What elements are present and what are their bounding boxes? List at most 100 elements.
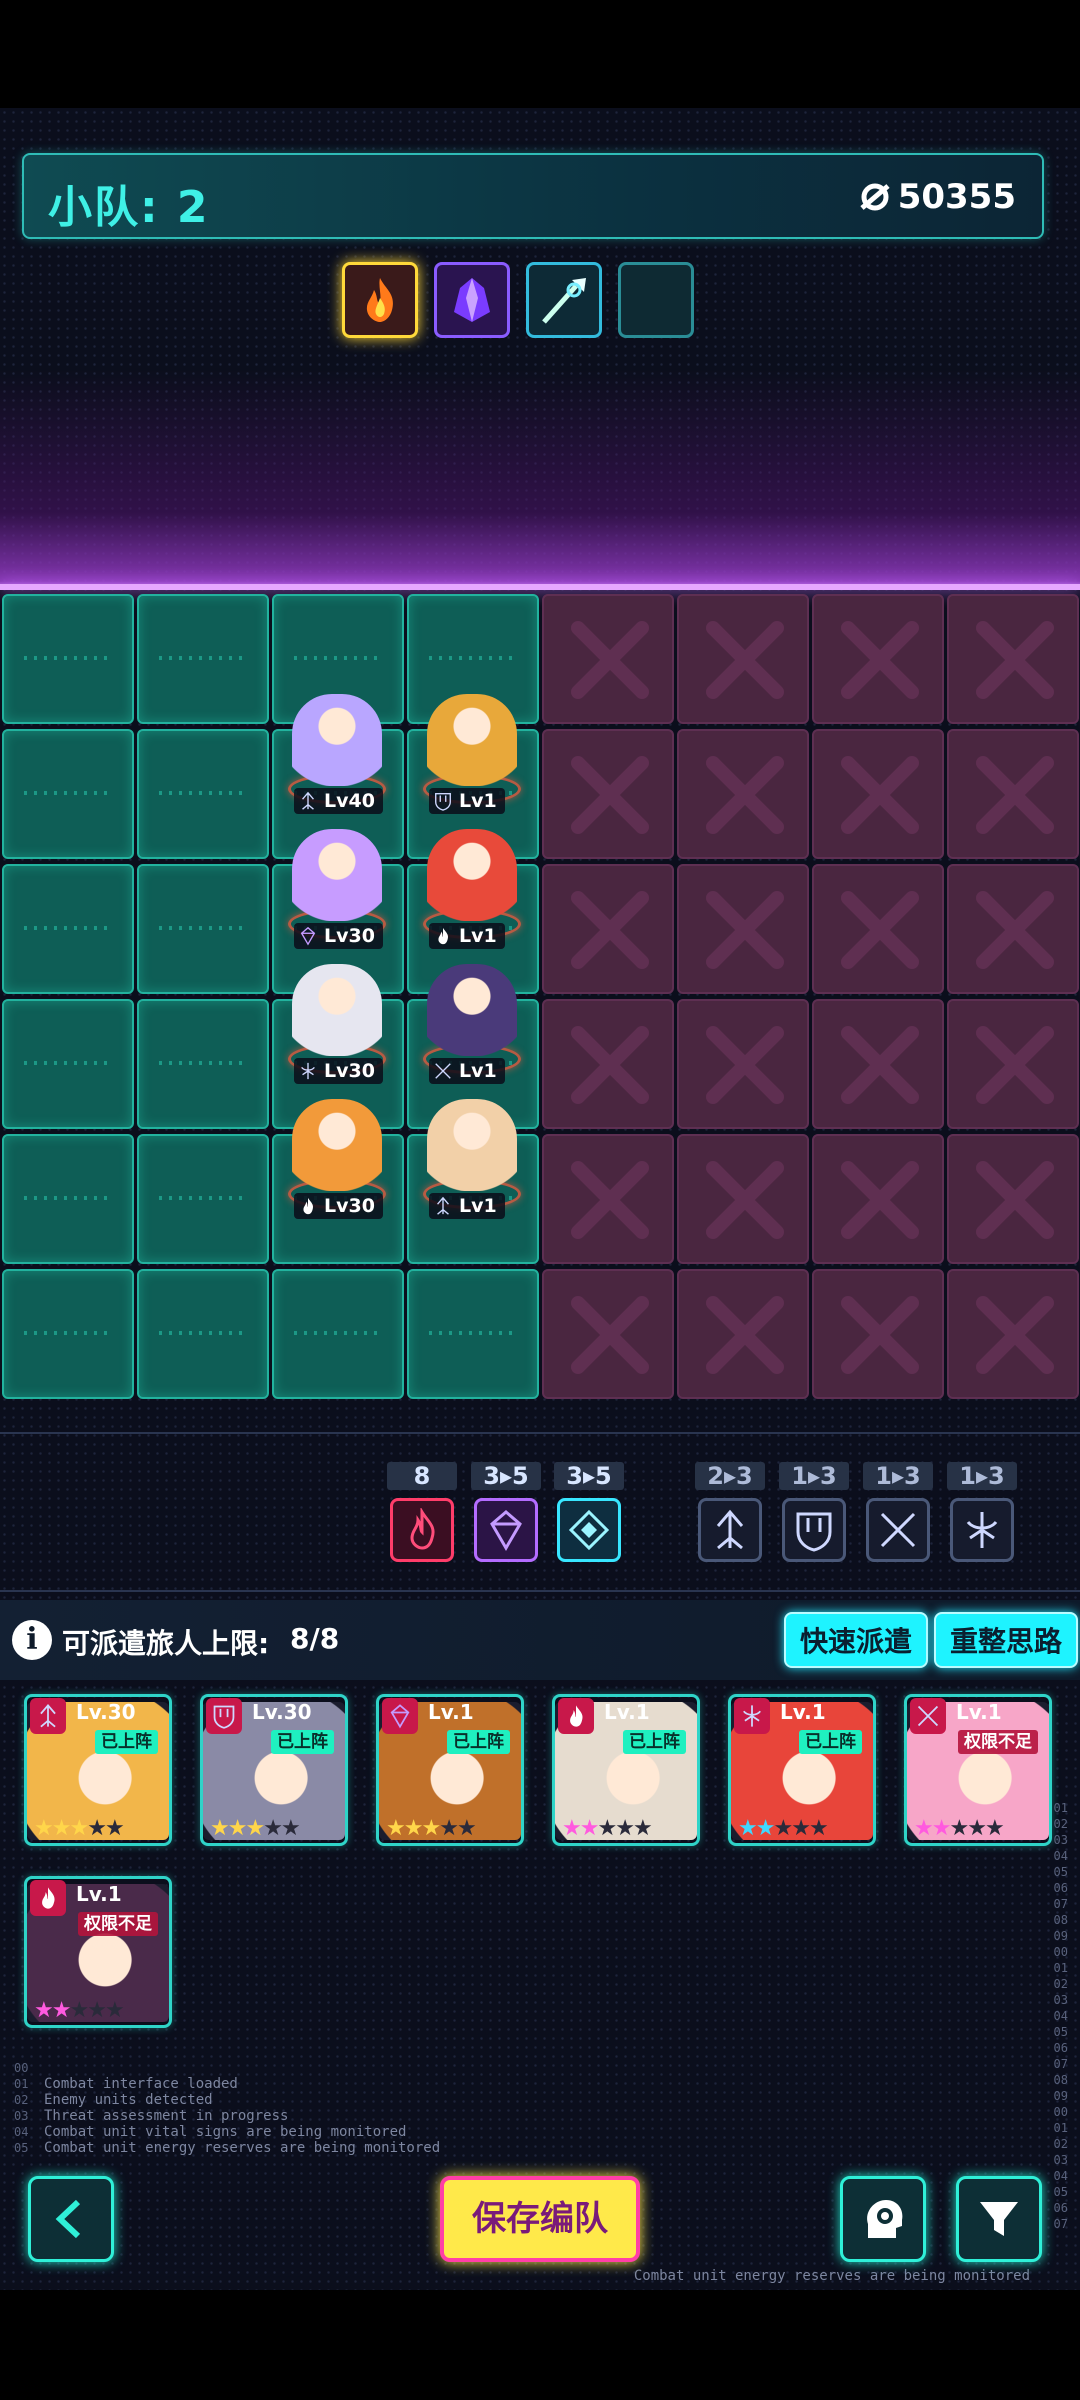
blocked-x-icon bbox=[841, 891, 919, 969]
deployed-unit[interactable]: Lv1 bbox=[409, 1097, 535, 1223]
unit-level-tag: Lv30 bbox=[294, 923, 383, 949]
synergy-badge[interactable]: 8 bbox=[387, 1462, 457, 1562]
roster-card[interactable]: Lv.30 已上阵 ★★★★★ bbox=[24, 1694, 172, 1846]
deployed-unit[interactable]: Lv1 bbox=[409, 692, 535, 818]
fire-faction-icon[interactable] bbox=[342, 262, 418, 338]
synergy-badge[interactable]: 3▸5 bbox=[554, 1462, 624, 1562]
reset-button[interactable]: 重整思路 bbox=[934, 1612, 1079, 1668]
deployed-unit[interactable]: Lv40 bbox=[274, 692, 400, 818]
ally-cell[interactable] bbox=[2, 864, 134, 994]
spear-faction-icon[interactable] bbox=[526, 262, 602, 338]
blocked-x-icon bbox=[706, 1026, 784, 1104]
ally-cell[interactable] bbox=[137, 864, 269, 994]
enemy-cell bbox=[677, 729, 809, 859]
ally-cell[interactable] bbox=[407, 1269, 539, 1399]
ally-cell[interactable] bbox=[272, 1269, 404, 1399]
status-badge: 已上阵 bbox=[623, 1730, 686, 1754]
enemy-cell bbox=[947, 729, 1079, 859]
synergy-count: 1▸3 bbox=[779, 1462, 849, 1490]
battle-line bbox=[0, 584, 1080, 590]
ally-cell[interactable] bbox=[137, 729, 269, 859]
info-icon[interactable]: i bbox=[12, 1620, 52, 1660]
ally-cell[interactable] bbox=[2, 729, 134, 859]
fire-class-icon bbox=[298, 1196, 318, 1216]
synergy-badge[interactable]: 1▸3 bbox=[779, 1462, 849, 1562]
status-badge: 权限不足 bbox=[958, 1730, 1038, 1754]
back-button[interactable] bbox=[28, 2176, 114, 2262]
deployed-unit[interactable]: Lv30 bbox=[274, 827, 400, 953]
unit-level-tag: Lv1 bbox=[429, 923, 505, 949]
ally-cell[interactable] bbox=[2, 594, 134, 724]
filter-button[interactable] bbox=[956, 2176, 1042, 2262]
crossed-blades-synergy-icon bbox=[866, 1498, 930, 1562]
unit-level: Lv30 bbox=[324, 925, 375, 947]
blocked-x-icon bbox=[571, 1296, 649, 1374]
unit-sprite bbox=[292, 694, 382, 786]
roster-card[interactable]: Lv.1 权限不足 ★★★★★ bbox=[24, 1876, 172, 2028]
crystal-synergy-icon bbox=[474, 1498, 538, 1562]
synergy-badge[interactable]: 1▸3 bbox=[947, 1462, 1017, 1562]
roster-card[interactable]: Lv.30 已上阵 ★★★★★ bbox=[200, 1694, 348, 1846]
save-formation-button[interactable]: 保存编队 bbox=[440, 2176, 640, 2262]
flame-synergy-icon bbox=[390, 1498, 454, 1562]
synergy-badge[interactable]: 1▸3 bbox=[863, 1462, 933, 1562]
enemy-cell bbox=[812, 864, 944, 994]
status-badge: 已上阵 bbox=[799, 1730, 862, 1754]
blocked-x-icon bbox=[841, 621, 919, 699]
synergy-badge[interactable]: 3▸5 bbox=[471, 1462, 541, 1562]
deployed-unit[interactable]: Lv30 bbox=[274, 962, 400, 1088]
synergy-count: 3▸5 bbox=[554, 1462, 624, 1490]
synergy-count: 1▸3 bbox=[863, 1462, 933, 1490]
unit-level: Lv1 bbox=[459, 1195, 497, 1217]
ally-cell[interactable] bbox=[137, 999, 269, 1129]
deployed-unit[interactable]: Lv30 bbox=[274, 1097, 400, 1223]
blocked-x-icon bbox=[976, 756, 1054, 834]
deploy-limit-count: 8/8 bbox=[290, 1622, 340, 1655]
roster-card[interactable]: Lv.1 已上阵 ★★★★★ bbox=[728, 1694, 876, 1846]
enemy-cell bbox=[812, 999, 944, 1129]
roster-card[interactable]: Lv.1 权限不足 ★★★★★ bbox=[904, 1694, 1052, 1846]
deployed-unit[interactable]: Lv1 bbox=[409, 827, 535, 953]
unit-sprite bbox=[292, 829, 382, 921]
synergy-count: 8 bbox=[387, 1462, 457, 1490]
formation-grid: Lv40 Lv1 Lv30 Lv1 Lv30 Lv1 Lv30 Lv1 bbox=[0, 592, 1080, 1400]
unit-sprite bbox=[427, 964, 517, 1056]
synergy-count: 1▸3 bbox=[947, 1462, 1017, 1490]
ally-cell[interactable] bbox=[137, 1134, 269, 1264]
synergy-count: 2▸3 bbox=[695, 1462, 765, 1490]
chevron-left-icon bbox=[55, 2199, 81, 2239]
unit-level-tag: Lv1 bbox=[429, 1193, 505, 1219]
synergy-badge[interactable]: 2▸3 bbox=[695, 1462, 765, 1562]
unit-level-tag: Lv1 bbox=[429, 1058, 505, 1084]
enemy-cell bbox=[677, 999, 809, 1129]
enemy-cell bbox=[542, 594, 674, 724]
class-icon bbox=[382, 1698, 418, 1734]
ally-cell[interactable] bbox=[2, 1269, 134, 1399]
roster-card[interactable]: Lv.1 已上阵 ★★★★★ bbox=[376, 1694, 524, 1846]
blocked-x-icon bbox=[841, 1026, 919, 1104]
enemy-cell bbox=[542, 729, 674, 859]
roster-card[interactable]: Lv.1 已上阵 ★★★★★ bbox=[552, 1694, 700, 1846]
star-rating: ★★★★★ bbox=[34, 1998, 125, 2023]
blocked-x-icon bbox=[571, 1161, 649, 1239]
card-level: Lv.1 bbox=[604, 1700, 650, 1724]
strategy-button[interactable] bbox=[840, 2176, 926, 2262]
deploy-limit-label: 可派遣旅人上限: bbox=[62, 1627, 270, 1660]
arrow-class-icon bbox=[298, 791, 318, 811]
unit-level: Lv30 bbox=[324, 1195, 375, 1217]
deployed-unit[interactable]: Lv1 bbox=[409, 962, 535, 1088]
class-icon bbox=[910, 1698, 946, 1734]
blocked-x-icon bbox=[841, 756, 919, 834]
ally-cell[interactable] bbox=[2, 1134, 134, 1264]
crystal-faction-icon[interactable] bbox=[434, 262, 510, 338]
empty-faction-slot[interactable] bbox=[618, 262, 694, 338]
ally-cell[interactable] bbox=[2, 999, 134, 1129]
quick-deploy-button[interactable]: 快速派遣 bbox=[784, 1612, 929, 1668]
blocked-x-icon bbox=[976, 1161, 1054, 1239]
enemy-cell bbox=[812, 1134, 944, 1264]
ally-cell[interactable] bbox=[137, 594, 269, 724]
status-badge: 已上阵 bbox=[271, 1730, 334, 1754]
star-rating: ★★★★★ bbox=[738, 1816, 829, 1841]
ally-cell[interactable] bbox=[137, 1269, 269, 1399]
enemy-cell bbox=[542, 999, 674, 1129]
